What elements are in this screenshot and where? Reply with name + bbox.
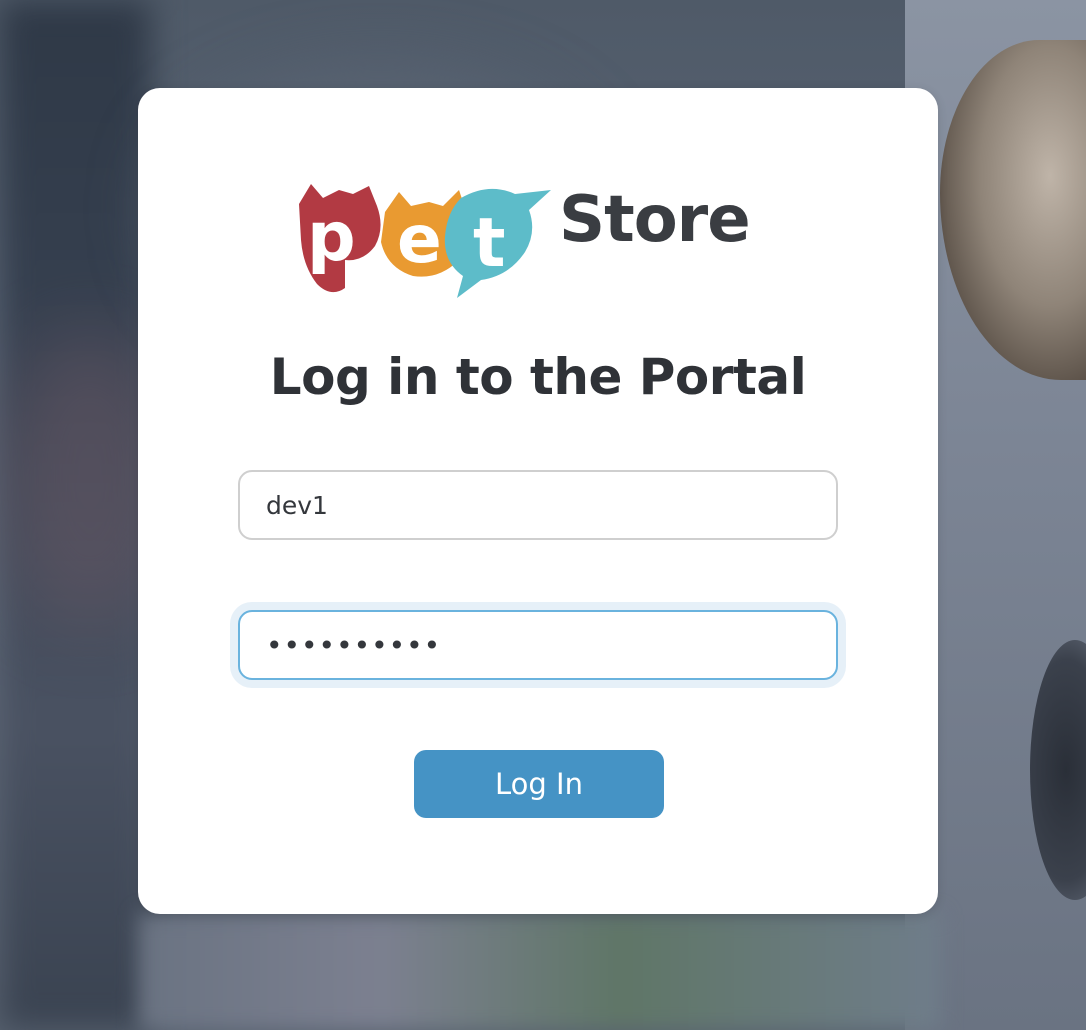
pet-logo-mark: p e t	[299, 184, 551, 298]
page-title: Log in to the Portal	[269, 348, 807, 406]
logo-letter-e: e	[397, 201, 442, 278]
logo-wordmark: Store	[559, 183, 751, 257]
background-floor	[140, 915, 940, 1030]
login-card: p e t Store Log in to the Portal Log In	[138, 88, 938, 914]
login-button[interactable]: Log In	[414, 750, 664, 818]
username-input[interactable]	[238, 470, 838, 540]
password-input[interactable]	[238, 610, 838, 680]
petstore-logo: p e t Store	[293, 176, 783, 300]
logo-letter-t: t	[473, 204, 506, 283]
logo-letter-p: p	[307, 198, 356, 277]
